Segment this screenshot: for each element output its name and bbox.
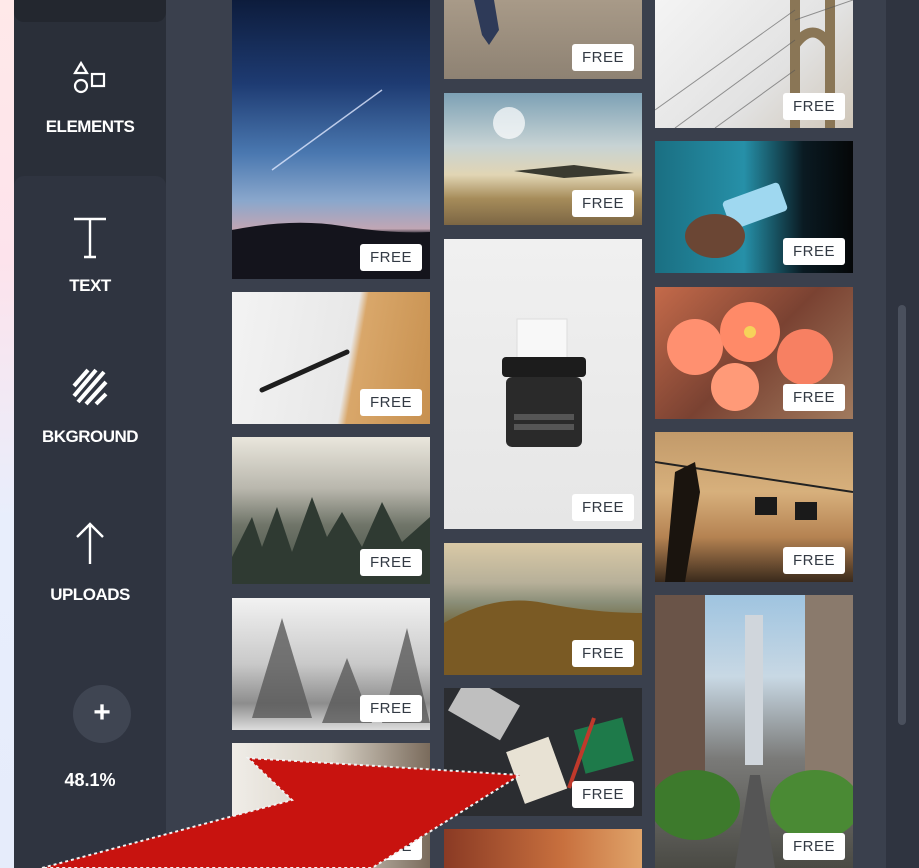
sidebar-item-background[interactable]: BKGROUND: [14, 368, 166, 447]
zoom-in-button[interactable]: +: [73, 685, 131, 743]
upload-arrow-icon: [14, 520, 166, 571]
free-badge: FREE: [571, 190, 634, 217]
free-badge: FREE: [782, 833, 845, 860]
image-tile[interactable]: FREE: [232, 598, 430, 730]
sidebar-item-label: UPLOADS: [50, 585, 130, 604]
sidebar-item-text[interactable]: TEXT: [14, 215, 166, 296]
free-badge: FREE: [782, 547, 845, 574]
image-tile[interactable]: FREE: [444, 0, 642, 79]
image-tile[interactable]: FREE: [444, 93, 642, 225]
free-badge: FREE: [782, 238, 845, 265]
shapes-icon: [14, 60, 166, 101]
panel-scrollbar[interactable]: [898, 305, 906, 725]
sidebar-item-label: ELEMENTS: [45, 117, 135, 136]
image-tile[interactable]: FREE: [655, 432, 853, 582]
image-tile[interactable]: FREE: [444, 543, 642, 675]
sidebar: ELEMENTS TEXT BKGROUND UPLOADS + 48.1%: [14, 0, 166, 868]
image-tile[interactable]: FREE: [655, 287, 853, 419]
sidebar-item-uploads[interactable]: UPLOADS: [14, 520, 166, 605]
sidebar-top-tab[interactable]: [14, 0, 166, 22]
image-tile[interactable]: FREE: [444, 688, 642, 816]
text-icon: [14, 215, 166, 264]
image-tile[interactable]: FREE: [655, 141, 853, 273]
zoom-level: 48.1%: [64, 770, 116, 790]
image-tile[interactable]: FREE: [232, 743, 430, 868]
free-badge: FREE: [571, 44, 634, 71]
free-badge: FREE: [782, 93, 845, 120]
image-tile[interactable]: FREE: [232, 437, 430, 584]
free-badge: FREE: [782, 384, 845, 411]
sidebar-item-elements[interactable]: ELEMENTS: [14, 60, 166, 137]
image-tile[interactable]: FREE: [232, 292, 430, 424]
free-badge: FREE: [359, 695, 422, 722]
sidebar-item-label: BKGROUND: [41, 427, 139, 446]
sidebar-item-label: TEXT: [69, 276, 111, 295]
image-tile[interactable]: [444, 829, 642, 868]
free-badge: FREE: [359, 833, 422, 860]
image-tile[interactable]: FREE: [655, 595, 853, 868]
free-badge: FREE: [359, 244, 422, 271]
image-tile[interactable]: FREE: [655, 0, 853, 128]
image-tile[interactable]: FREE: [232, 0, 430, 279]
free-badge: FREE: [571, 494, 634, 521]
free-badge: FREE: [359, 389, 422, 416]
free-badge: FREE: [359, 549, 422, 576]
background-icon: [14, 368, 166, 411]
image-tile[interactable]: FREE: [444, 239, 642, 529]
free-badge: FREE: [571, 781, 634, 808]
free-badge: FREE: [571, 640, 634, 667]
desktop-background: [0, 0, 14, 868]
